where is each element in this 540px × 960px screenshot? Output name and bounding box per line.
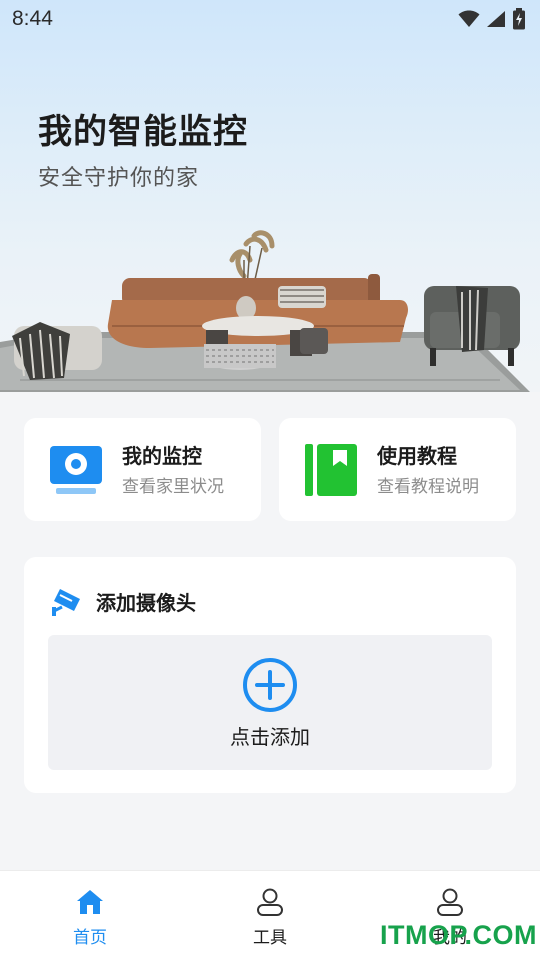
nav-label-home: 首页	[73, 928, 107, 948]
status-bar: 8:44	[0, 0, 540, 38]
security-camera-icon	[52, 589, 80, 616]
user-icon	[437, 888, 463, 916]
hero-subtitle: 安全守护你的家	[38, 166, 200, 191]
battery-charging-icon	[513, 8, 525, 30]
watermark: ITMOP.COM	[380, 920, 538, 950]
nav-label-tools: 工具	[253, 928, 287, 948]
user-icon	[257, 888, 283, 916]
tutorial-book-icon	[305, 444, 357, 496]
add-camera-title: 添加摄像头	[96, 591, 196, 615]
living-room-illustration	[0, 230, 530, 392]
wifi-icon	[458, 10, 480, 27]
add-camera-label: 点击添加	[230, 725, 310, 749]
tutorial-card[interactable]: 使用教程 查看教程说明	[279, 418, 516, 521]
add-camera-button[interactable]: 点击添加	[48, 635, 492, 770]
home-icon	[77, 890, 103, 914]
my-monitor-title: 我的监控	[122, 444, 202, 468]
tutorial-subtitle: 查看教程说明	[377, 477, 479, 497]
add-camera-card: 添加摄像头 点击添加	[24, 557, 516, 793]
plus-circle-icon	[243, 658, 297, 712]
my-monitor-card[interactable]: 我的监控 查看家里状况	[24, 418, 261, 521]
hero-title: 我的智能监控	[38, 112, 248, 152]
status-time: 8:44	[12, 7, 53, 30]
nav-item-home[interactable]: 首页	[30, 871, 150, 960]
signal-icon	[487, 11, 505, 27]
status-icons	[458, 8, 526, 30]
monitor-camera-icon	[50, 446, 102, 494]
my-monitor-subtitle: 查看家里状况	[122, 477, 224, 497]
tutorial-title: 使用教程	[377, 444, 457, 468]
nav-item-tools[interactable]: 工具	[210, 871, 330, 960]
hero-banner: 8:44 我的智能监控 安全守护你的家	[0, 0, 540, 392]
